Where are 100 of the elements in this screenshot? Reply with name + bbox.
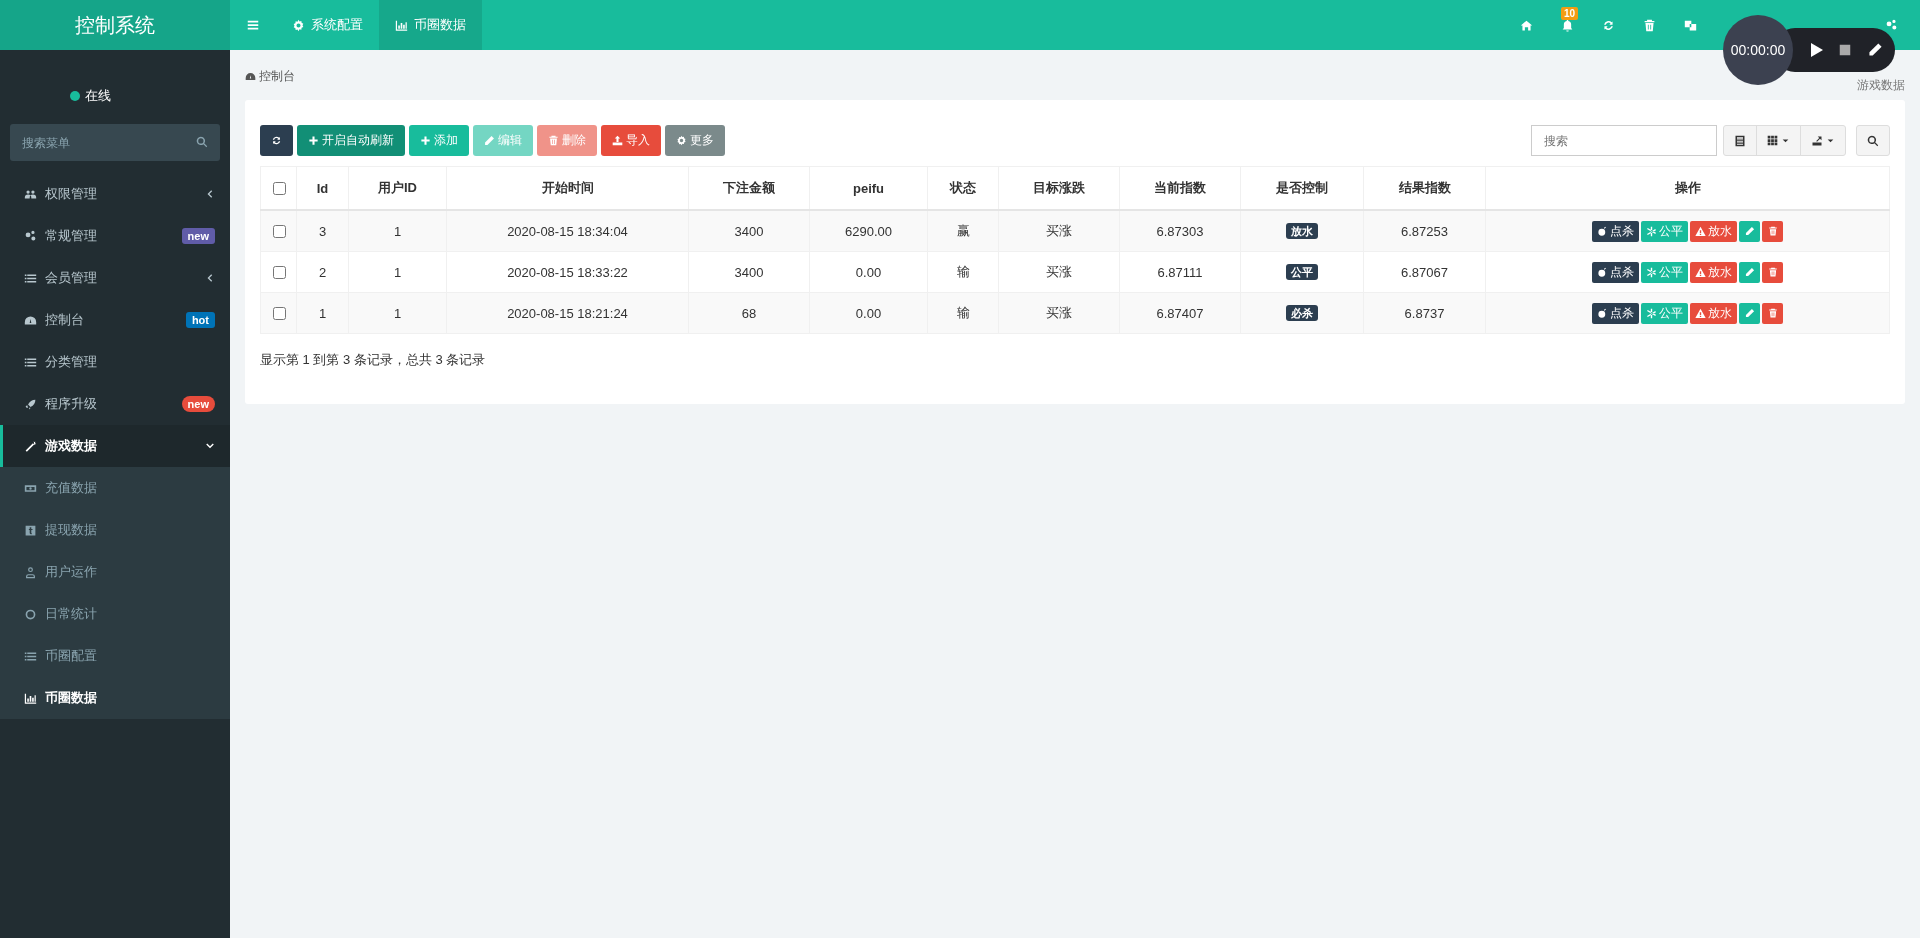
import-button[interactable]: 导入 — [601, 125, 661, 156]
edit-button[interactable] — [1739, 220, 1760, 242]
table-cell: 2020-08-15 18:21:24 — [507, 305, 628, 321]
column-header[interactable]: 目标涨跌 — [1033, 180, 1085, 195]
gauge-icon — [24, 313, 37, 327]
column-header[interactable]: 是否控制 — [1276, 180, 1328, 195]
action-button[interactable]: 点杀 — [1592, 220, 1639, 242]
warning-icon — [1695, 225, 1706, 237]
home-icon[interactable] — [1520, 18, 1533, 32]
pencil-icon — [1744, 226, 1755, 236]
play-icon[interactable] — [1808, 42, 1824, 58]
gears-icon[interactable] — [1885, 18, 1898, 32]
breadcrumb-link[interactable]: 控制台 — [245, 67, 295, 85]
menu-badge: new — [181, 396, 215, 412]
column-header[interactable]: 结果指数 — [1398, 180, 1451, 195]
edit-button[interactable] — [1739, 261, 1760, 283]
refresh-button[interactable] — [260, 125, 293, 156]
sidebar-item[interactable]: 控制台 hot — [0, 299, 230, 341]
delete-button[interactable] — [1762, 302, 1783, 324]
caret-icon — [1826, 136, 1835, 145]
column-header[interactable]: 当前指数 — [1154, 180, 1206, 195]
gears-icon — [24, 229, 37, 243]
action-button[interactable]: 放水 — [1690, 261, 1737, 283]
search-field[interactable]: 搜索 — [1531, 125, 1717, 156]
caret-icon — [1781, 136, 1790, 145]
edit-button[interactable] — [1739, 302, 1760, 324]
table-cell: 2020-08-15 18:33:22 — [507, 264, 628, 280]
action-button[interactable]: 点杀 — [1592, 261, 1639, 283]
plus-icon — [308, 135, 319, 146]
search-button[interactable] — [1856, 125, 1890, 156]
row-checkbox[interactable] — [272, 265, 286, 279]
sidebar-item[interactable]: 常规管理 new — [0, 215, 230, 257]
gear-icon — [292, 18, 305, 32]
submenu-item[interactable]: 用户运作 — [0, 551, 230, 593]
column-header[interactable]: peifu — [852, 180, 885, 196]
asterisk-icon — [1646, 225, 1657, 237]
sidebar-item[interactable]: 分类管理 — [0, 341, 230, 383]
export-icon — [1811, 134, 1823, 147]
column-header[interactable]: 操作 — [1674, 180, 1701, 195]
table-icon — [1734, 134, 1746, 147]
page-title: 游戏数据 — [1857, 77, 1905, 94]
bomb-icon — [1597, 266, 1608, 278]
delete-button[interactable] — [1762, 261, 1783, 283]
control-tag: 必杀 — [1286, 305, 1318, 321]
column-header[interactable]: 开始时间 — [541, 180, 594, 195]
wand-icon — [24, 439, 37, 453]
column-header[interactable]: Id — [316, 180, 329, 196]
sidebar-item[interactable]: 权限管理 — [0, 173, 230, 215]
table-cell: 6.87111 — [1157, 264, 1203, 280]
table-cell: 输 — [956, 305, 970, 320]
submenu-item[interactable]: 日常统计 — [0, 593, 230, 635]
trash-icon[interactable] — [1643, 18, 1656, 32]
more-button[interactable]: 更多 — [665, 125, 725, 156]
column-header[interactable]: 状态 — [950, 180, 976, 195]
submenu-item[interactable]: 币圈配置 — [0, 635, 230, 677]
sidebar-item[interactable]: 程序升级 new — [0, 383, 230, 425]
table-cell: 买涨 — [1046, 264, 1072, 279]
table-cell: 3400 — [734, 223, 764, 239]
bell-icon[interactable] — [1561, 18, 1574, 32]
sidebar-item[interactable]: 会员管理 — [0, 257, 230, 299]
column-header[interactable]: 下注金额 — [723, 180, 775, 195]
select-all-checkbox[interactable] — [272, 181, 286, 195]
action-button[interactable]: 点杀 — [1592, 302, 1639, 324]
refresh-icon[interactable] — [1602, 18, 1615, 32]
table-cell: 1 — [318, 305, 327, 321]
submenu-item[interactable]: 提现数据 — [0, 509, 230, 551]
column-header[interactable]: 用户ID — [378, 180, 417, 195]
submenu-item[interactable]: 充值数据 — [0, 467, 230, 509]
bomb-icon — [1597, 225, 1608, 237]
action-button[interactable]: 放水 — [1690, 302, 1737, 324]
menu-badge: hot — [185, 312, 215, 328]
search-icon — [1867, 134, 1879, 147]
auto-refresh-button[interactable]: 开启自动刷新 — [297, 125, 405, 156]
pencil-icon[interactable] — [1868, 42, 1883, 57]
row-checkbox[interactable] — [272, 306, 286, 320]
table-cell: 输 — [956, 264, 970, 279]
stop-icon[interactable] — [1838, 43, 1852, 57]
pencil-icon — [1744, 267, 1755, 277]
toggle-view-button[interactable] — [1723, 125, 1757, 156]
menu-search-field[interactable]: 搜索菜单 — [10, 124, 220, 161]
sidebar-item[interactable]: 游戏数据 — [0, 425, 230, 467]
delete-button[interactable] — [1762, 220, 1783, 242]
columns-button[interactable] — [1756, 125, 1801, 156]
upload-icon — [612, 135, 623, 146]
gear-icon — [676, 135, 687, 146]
action-button[interactable]: 放水 — [1690, 220, 1737, 242]
list-icon — [24, 271, 37, 285]
table-cell: 6290.00 — [845, 223, 892, 239]
submenu-item[interactable]: 币圈数据 — [0, 677, 230, 719]
grid-icon — [1767, 135, 1778, 146]
row-checkbox[interactable] — [272, 224, 286, 238]
trash-icon — [1767, 226, 1778, 236]
user-icon — [24, 565, 37, 579]
control-tag: 公平 — [1286, 264, 1318, 280]
status-text: 在线 — [85, 87, 111, 105]
table-cell: 68 — [741, 305, 757, 321]
bar-chart-icon — [24, 691, 37, 705]
refresh-icon — [271, 135, 282, 146]
asterisk-icon — [1646, 307, 1657, 319]
control-tag: 放水 — [1286, 223, 1318, 239]
